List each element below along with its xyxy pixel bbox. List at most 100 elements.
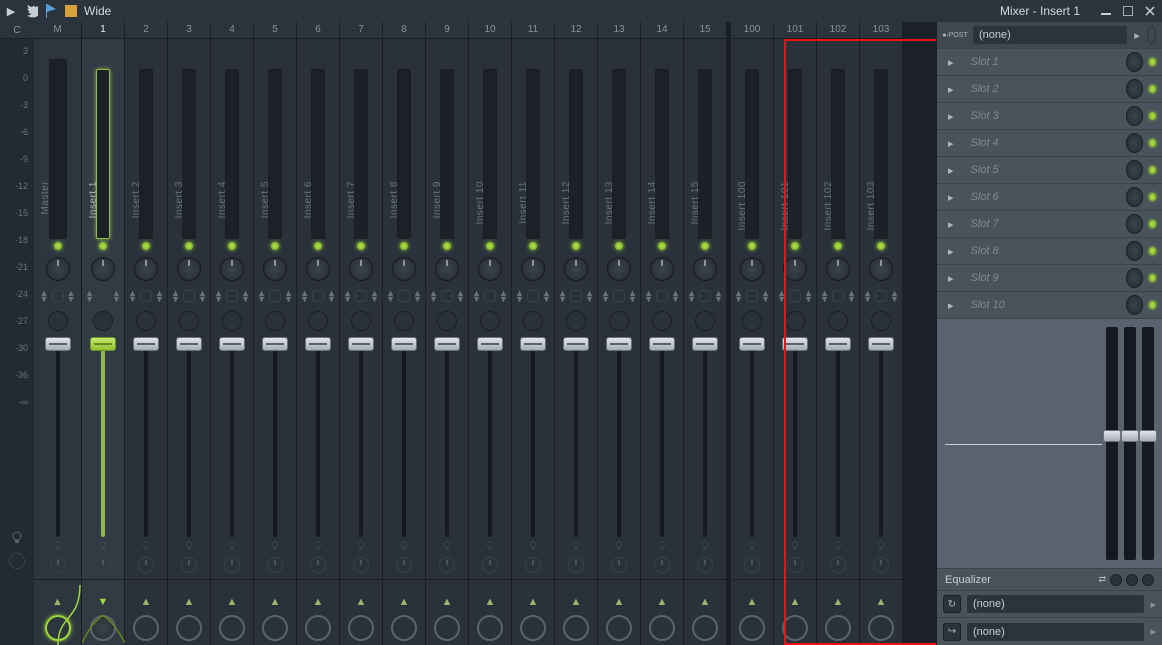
mute-led[interactable]: [426, 239, 468, 253]
track-number[interactable]: 3: [168, 22, 210, 39]
send-caret-icon[interactable]: ▲: [227, 596, 238, 608]
send-caret-icon[interactable]: ▲: [399, 596, 410, 608]
play-icon[interactable]: ▶: [4, 4, 18, 18]
volume-fader[interactable]: [254, 333, 296, 537]
slot-mix-knob[interactable]: [1126, 160, 1144, 180]
clock-icon[interactable]: [267, 557, 283, 573]
bulb-icon[interactable]: [833, 541, 843, 551]
mute-led[interactable]: [211, 239, 253, 253]
track-number[interactable]: 5: [254, 22, 296, 39]
eq-reset-icon[interactable]: ⇄: [1098, 574, 1106, 585]
slot-mix-knob[interactable]: [1126, 187, 1144, 207]
fx-slot-field[interactable]: [965, 215, 1120, 233]
fx-enable[interactable]: [82, 308, 124, 333]
track-number[interactable]: 10: [469, 22, 511, 39]
bulb-icon[interactable]: [11, 531, 23, 545]
slot-picker-icon[interactable]: ▸: [943, 134, 959, 152]
stereo-sep[interactable]: ▲▼▲▼: [125, 284, 167, 307]
mute-led[interactable]: [383, 239, 425, 253]
stereo-sep[interactable]: ▲▼▲▼: [684, 284, 726, 307]
fx-enable[interactable]: [254, 308, 296, 333]
output-b-field[interactable]: [967, 623, 1144, 641]
slot-enable-led[interactable]: [1149, 85, 1156, 93]
insert-track[interactable]: 100Insert 100▲▼▲▼▲: [731, 22, 774, 645]
pan-knob[interactable]: [641, 253, 683, 284]
mute-led[interactable]: [469, 239, 511, 253]
pan-knob[interactable]: [731, 253, 773, 284]
pan-knob[interactable]: [555, 253, 597, 284]
fx-enable[interactable]: [34, 308, 81, 333]
send-knob[interactable]: [391, 615, 417, 641]
output-b-icon[interactable]: ↪: [943, 623, 961, 641]
send-knob[interactable]: [348, 615, 374, 641]
pan-knob[interactable]: [684, 253, 726, 284]
stereo-sep[interactable]: ▲▼▲▼: [340, 284, 382, 307]
send-knob[interactable]: [219, 615, 245, 641]
slot-enable-led[interactable]: [1149, 193, 1156, 201]
pan-knob[interactable]: [598, 253, 640, 284]
track-number[interactable]: 14: [641, 22, 683, 39]
layout-label[interactable]: Wide: [84, 4, 111, 18]
clock-icon[interactable]: [525, 557, 541, 573]
volume-fader[interactable]: [34, 333, 81, 537]
stereo-sep[interactable]: ▲▼▲▼: [426, 284, 468, 307]
track-number[interactable]: 9: [426, 22, 468, 39]
clock-icon[interactable]: [50, 557, 66, 573]
mute-led[interactable]: [817, 239, 859, 253]
stereo-sep[interactable]: ▲▼▲▼: [817, 284, 859, 307]
fx-slot-field[interactable]: [965, 242, 1120, 260]
insert-track[interactable]: 14Insert 14▲▼▲▼▲: [641, 22, 684, 645]
fx-enable[interactable]: [125, 308, 167, 333]
mute-led[interactable]: [125, 239, 167, 253]
stereo-sep[interactable]: ▲▼▲▼: [555, 284, 597, 307]
clock-icon[interactable]: [95, 557, 111, 573]
clock-icon[interactable]: [224, 557, 240, 573]
slot-mix-knob[interactable]: [1126, 133, 1144, 153]
pan-knob[interactable]: [383, 253, 425, 284]
fx-enable[interactable]: [817, 308, 859, 333]
slot-mix-knob[interactable]: [1126, 106, 1144, 126]
send-knob[interactable]: [434, 615, 460, 641]
fx-slot-field[interactable]: [965, 80, 1120, 98]
send-knob[interactable]: [520, 615, 546, 641]
track-number[interactable]: 8: [383, 22, 425, 39]
bulb-icon[interactable]: [53, 541, 63, 551]
bulb-icon[interactable]: [657, 541, 667, 551]
clock-icon[interactable]: [873, 557, 889, 573]
fx-slot-field[interactable]: [965, 107, 1120, 125]
send-caret-icon[interactable]: ▲: [571, 596, 582, 608]
slot-enable-led[interactable]: [1149, 58, 1156, 66]
mute-led[interactable]: [254, 239, 296, 253]
fx-enable[interactable]: [512, 308, 554, 333]
close-button[interactable]: [1142, 3, 1158, 19]
slot-picker-icon[interactable]: ▸: [943, 80, 959, 98]
slot-enable-led[interactable]: [1149, 112, 1156, 120]
slot-enable-led[interactable]: [1149, 166, 1156, 174]
slot-mix-knob[interactable]: [1126, 214, 1144, 234]
send-caret-icon[interactable]: ▲: [614, 596, 625, 608]
mute-led[interactable]: [641, 239, 683, 253]
stereo-sep[interactable]: ▲▼▲▼: [82, 284, 124, 307]
stereo-sep[interactable]: ▲▼▲▼: [383, 284, 425, 307]
send-knob[interactable]: [868, 615, 894, 641]
volume-fader[interactable]: [555, 333, 597, 537]
insert-track[interactable]: 103Insert 103▲▼▲▼▲: [860, 22, 903, 645]
bulb-icon[interactable]: [141, 541, 151, 551]
slot-picker-icon[interactable]: ▸: [943, 107, 959, 125]
mute-led[interactable]: [168, 239, 210, 253]
insert-track[interactable]: 101Insert 101▲▼▲▼▲: [774, 22, 817, 645]
insert-track[interactable]: 2Insert 2▲▼▲▼▲: [125, 22, 168, 645]
fx-enable[interactable]: [297, 308, 339, 333]
stereo-sep[interactable]: ▲▼▲▼: [774, 284, 816, 307]
track-number[interactable]: 101: [774, 22, 816, 39]
send-knob[interactable]: [262, 615, 288, 641]
volume-fader[interactable]: [641, 333, 683, 537]
fx-enable[interactable]: [340, 308, 382, 333]
pan-knob[interactable]: [426, 253, 468, 284]
track-number[interactable]: 15: [684, 22, 726, 39]
fx-slot-field[interactable]: [965, 53, 1120, 71]
send-caret-icon[interactable]: ▲: [313, 596, 324, 608]
fx-enable[interactable]: [860, 308, 902, 333]
fx-enable[interactable]: [555, 308, 597, 333]
insert-track[interactable]: 13Insert 13▲▼▲▼▲: [598, 22, 641, 645]
